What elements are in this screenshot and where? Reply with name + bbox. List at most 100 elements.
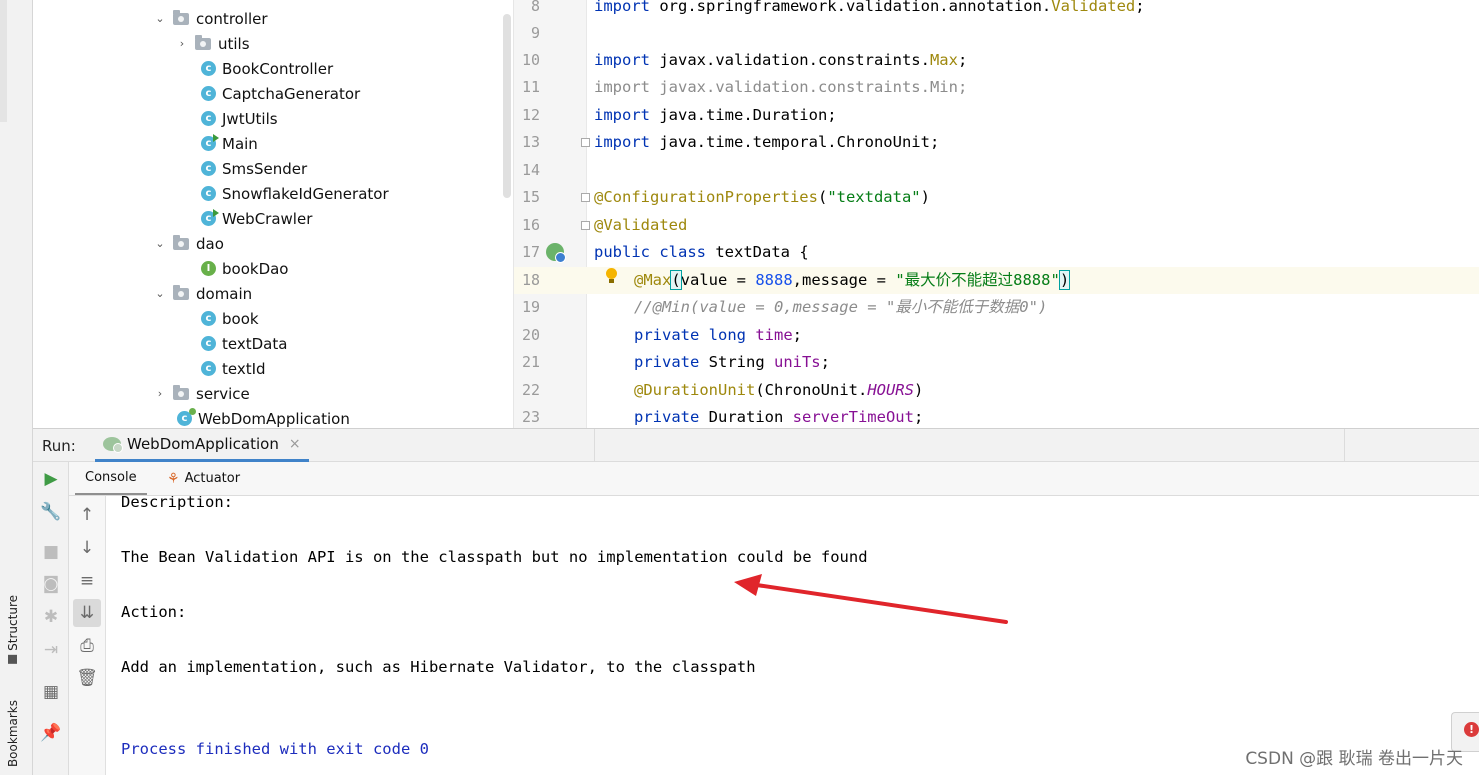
line-number: 14 [521, 161, 540, 179]
line-number: 15 [521, 188, 540, 206]
scroll-to-end-icon[interactable]: ⇊ [73, 599, 101, 627]
left-tool-strip: Structure Bookmarks [0, 0, 33, 775]
run-toolbar: ▶ 🔧 ■ ◙ ✱ ⇥ ▦ 📌 [33, 462, 69, 775]
camera-icon[interactable]: ◙ [33, 570, 69, 598]
chevron-right-icon[interactable]: › [153, 387, 167, 400]
code-line-12: import java.time.Duration; [594, 106, 837, 124]
line-number: 9 [530, 24, 540, 42]
soft-wrap-icon[interactable]: ≡ [69, 567, 105, 595]
spring-app-icon [103, 437, 123, 453]
bookmarks-tab-label: Bookmarks [6, 700, 20, 768]
lightbulb-icon[interactable] [606, 268, 617, 283]
tree-scrollbar[interactable] [503, 14, 511, 198]
class-icon: c [201, 336, 216, 351]
code-line-17: public class textData { [594, 243, 809, 261]
tree-item-label: BookController [222, 59, 334, 78]
close-icon[interactable]: × [289, 436, 301, 452]
tree-item-webcrawler[interactable]: c WebCrawler [201, 206, 312, 231]
console-exit-line: Process finished with exit code 0 [121, 740, 429, 758]
line-number: 19 [521, 298, 540, 316]
tree-item-textid[interactable]: c textId [201, 356, 266, 381]
code-editor[interactable]: 8 9 10 11 12 13 14 15 16 17 18 19 20 21 … [513, 0, 1479, 428]
interface-icon: I [201, 261, 216, 276]
tree-item-service[interactable]: › service [153, 381, 250, 406]
tree-item-label: WebDomApplication [198, 409, 350, 428]
line-number: 12 [521, 106, 540, 124]
tree-item-label: SmsSender [222, 159, 308, 178]
wrench-icon[interactable]: 🔧 [33, 498, 69, 526]
chevron-down-icon[interactable]: ⌄ [153, 287, 167, 300]
chevron-down-icon[interactable]: ⌄ [153, 12, 167, 25]
tree-item-label: SnowflakeIdGenerator [222, 184, 389, 203]
tree-item-utils[interactable]: › utils [175, 31, 250, 56]
tab-console-label: Console [85, 470, 137, 485]
tree-item-dao[interactable]: ⌄ dao [153, 231, 224, 256]
watermark: CSDN @跟 耿瑞 卷出一片天 [1245, 749, 1463, 769]
line-number: 16 [521, 216, 540, 234]
tab-actuator[interactable]: ⚘ Actuator [157, 462, 250, 495]
tree-item-webdomapplication[interactable]: c WebDomApplication [177, 406, 350, 428]
spring-bean-gutter-icon[interactable] [546, 243, 566, 263]
tree-item-label: WebCrawler [222, 209, 313, 228]
structure-icon [8, 654, 18, 664]
tree-item-jwtutils[interactable]: c JwtUtils [201, 106, 278, 131]
bookmarks-tab[interactable]: Bookmarks [6, 700, 20, 767]
tree-item-textdata[interactable]: c textData [201, 331, 287, 356]
tree-item-label: bookDao [222, 259, 289, 278]
header-divider [1344, 429, 1345, 462]
console-line: Description: [121, 496, 233, 511]
console-line: Add an implementation, such as Hibernate… [121, 658, 756, 676]
line-number: 11 [521, 78, 540, 96]
actuator-icon: ⚘ [167, 470, 180, 487]
tree-item-captchagenerator[interactable]: c CaptchaGenerator [201, 81, 360, 106]
error-badge-icon: ! [1464, 722, 1479, 737]
runnable-class-icon: c [201, 134, 219, 151]
scroll-down-icon[interactable]: ↓ [69, 534, 105, 562]
tree-item-bookcontroller[interactable]: c BookController [201, 56, 333, 81]
console-output[interactable]: Description: The Bean Validation API is … [106, 496, 1479, 775]
class-icon: c [201, 111, 216, 126]
trash-icon[interactable]: 🗑 [69, 664, 105, 692]
pin-icon[interactable]: 📌 [33, 719, 69, 747]
run-tab-webdomapplication[interactable]: WebDomApplication × [95, 429, 309, 462]
tree-item-label: utils [218, 34, 250, 53]
chevron-right-icon[interactable]: › [175, 37, 189, 50]
tree-item-smssender[interactable]: c SmsSender [201, 156, 307, 181]
line-number: 10 [521, 51, 540, 69]
code-line-20: private long time; [634, 326, 803, 344]
fold-marker-icon[interactable] [581, 221, 590, 230]
header-divider [594, 429, 595, 462]
code-line-19: //@Min(value = 0,message = "最小不能低于数据0") [634, 298, 1048, 316]
code-line-15: @ConfigurationProperties("textdata") [594, 188, 930, 206]
scroll-up-icon[interactable]: ↑ [69, 501, 105, 529]
tree-item-snowflakeidgenerator[interactable]: c SnowflakeIdGenerator [201, 181, 389, 206]
fold-marker-icon[interactable] [581, 138, 590, 147]
stop-icon[interactable]: ■ [33, 538, 69, 566]
debug-icon[interactable]: ✱ [33, 603, 69, 631]
tree-item-controller[interactable]: ⌄ controller [153, 6, 268, 31]
console-line: Action: [121, 603, 187, 621]
rerun-icon[interactable]: ▶ [33, 465, 69, 493]
package-folder-icon [195, 34, 211, 50]
print-icon[interactable]: ⎙ [69, 632, 105, 660]
class-icon: c [201, 161, 216, 176]
tree-item-label: JwtUtils [222, 109, 278, 128]
tab-console[interactable]: Console [75, 462, 147, 495]
class-icon: c [201, 311, 216, 326]
line-number: 18 [521, 271, 540, 289]
package-folder-icon [173, 234, 189, 250]
tree-item-label: CaptchaGenerator [222, 84, 361, 103]
line-number: 20 [521, 326, 540, 344]
strip-accent [0, 0, 7, 122]
package-folder-icon [173, 284, 189, 300]
exit-icon[interactable]: ⇥ [33, 636, 69, 664]
tree-item-main[interactable]: c Main [201, 131, 258, 156]
chevron-down-icon[interactable]: ⌄ [153, 237, 167, 250]
structure-tab[interactable]: Structure [6, 595, 20, 664]
fold-marker-icon[interactable] [581, 193, 590, 202]
tree-item-domain[interactable]: ⌄ domain [153, 281, 252, 306]
tree-item-bookdao[interactable]: I bookDao [201, 256, 288, 281]
tree-item-label: controller [196, 9, 268, 28]
layout-icon[interactable]: ▦ [33, 678, 69, 706]
tree-item-book[interactable]: c book [201, 306, 259, 331]
